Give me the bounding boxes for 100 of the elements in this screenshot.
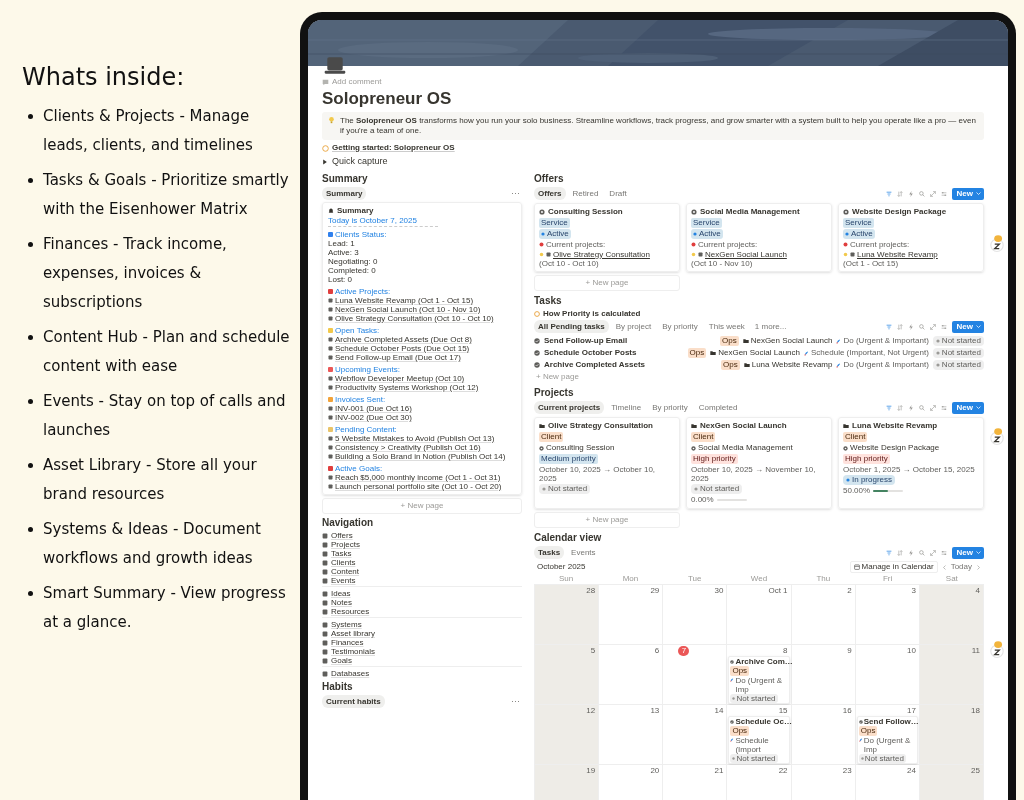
bolt-icon[interactable] [907,404,914,411]
new-button[interactable]: New [951,320,984,333]
summary-link[interactable]: Archive Completed Assets (Due Oct 8) [335,335,472,344]
sort-icon[interactable] [896,549,903,556]
view-tab[interactable]: This week [704,320,749,333]
nav-link[interactable]: Testimonials [331,647,375,656]
settings-icon[interactable] [940,404,947,411]
summary-link[interactable]: Olive Strategy Consultation (Oct 10 - Oct 10) [335,314,494,323]
offer-link[interactable]: Social Media Management [698,443,793,453]
task-name[interactable]: Send Follow-up Email [544,336,628,346]
summary-link[interactable]: NexGen Social Launch (Oct 10 - Nov 10) [335,305,481,314]
manage-calendar-button[interactable]: Manage in Calendar [849,561,938,573]
more-options-button[interactable]: ··· [509,188,522,199]
task-name[interactable]: Schedule October Posts [544,348,637,358]
view-tab[interactable]: Timeline [607,401,646,414]
view-tab[interactable]: Current projects [534,401,605,414]
filter-icon[interactable] [885,190,892,197]
project-link[interactable]: NexGen Social Launch [705,250,787,259]
view-tab[interactable]: Summary [322,187,367,200]
event-card[interactable]: Archive Com… Ops Do (Urgent & Imp Not started [728,656,790,704]
view-tab[interactable]: Completed [694,401,742,414]
view-tab[interactable]: All Pending tasks [534,320,609,333]
filter-icon[interactable] [885,404,892,411]
view-tab[interactable]: Current habits [322,695,385,708]
summary-link[interactable]: INV-002 (Due Oct 30) [335,413,412,422]
settings-icon[interactable] [940,323,947,330]
settings-icon[interactable] [940,190,947,197]
offer-link[interactable]: Consulting Session [546,443,615,453]
bolt-icon[interactable] [907,323,914,330]
summary-link[interactable]: Building a Solo Brand in Notion (Publish Oct 14) [335,452,506,461]
bolt-icon[interactable] [907,549,914,556]
nav-link[interactable]: Offers [331,531,353,540]
search-icon[interactable] [918,549,925,556]
offer-link[interactable]: Website Design Package [850,443,940,453]
search-icon[interactable] [918,404,925,411]
view-tab[interactable]: Draft [605,187,631,200]
nav-link[interactable]: Notes [331,598,352,607]
project-link[interactable]: Olive Strategy Consultation [553,250,650,259]
summary-link[interactable]: Consistency > Creativity (Publish Oct 16) [335,443,481,452]
expand-icon[interactable] [929,549,936,556]
bolt-icon[interactable] [907,190,914,197]
nav-link[interactable]: Projects [331,540,360,549]
view-tab[interactable]: By project [611,320,656,333]
expand-icon[interactable] [929,323,936,330]
view-tab[interactable]: Tasks [534,546,565,559]
new-button[interactable]: New [951,401,984,414]
new-button[interactable]: New [951,546,984,559]
project-link[interactable]: Luna Website Revamp [751,360,833,370]
sort-icon[interactable] [896,190,903,197]
view-tab[interactable]: Retired [568,187,603,200]
expand-icon[interactable] [929,190,936,197]
sort-icon[interactable] [896,323,903,330]
nav-link[interactable]: Tasks [331,549,352,558]
nav-link[interactable]: Finances [331,638,364,647]
getting-started-link[interactable]: Getting started: Solopreneur OS [332,143,455,153]
chevron-right-icon[interactable] [976,564,981,570]
nav-link[interactable]: Content [331,567,360,576]
quick-capture-toggle[interactable]: Quick capture [322,156,388,167]
summary-link[interactable]: INV-001 (Due Oct 16) [335,404,412,413]
new-button[interactable]: New [951,187,984,200]
nav-link[interactable]: Ideas [331,589,351,598]
nav-link[interactable]: Asset library [331,629,375,638]
summary-link[interactable]: 5 Website Mistakes to Avoid (Publish Oct 13) [335,434,495,443]
view-tab[interactable]: Offers [534,187,566,200]
settings-icon[interactable] [940,549,947,556]
nav-link[interactable]: Databases [331,669,370,678]
summary-link[interactable]: Productivity Systems Workshop (Oct 12) [335,383,479,392]
summary-link[interactable]: Send Follow-up Email (Due Oct 17) [335,353,461,362]
project-link[interactable]: NexGen Social Launch [750,336,833,346]
sort-icon[interactable] [896,404,903,411]
nav-link[interactable]: Events [331,576,356,585]
summary-link[interactable]: Reach $5,000 monthly income (Oct 1 - Oct 31) [335,473,501,482]
view-tab[interactable]: By priority [658,320,702,333]
nav-link[interactable]: Resources [331,607,370,616]
summary-link[interactable]: Schedule October Posts (Due Oct 15) [335,344,470,353]
search-icon[interactable] [918,323,925,330]
nav-link[interactable]: Systems [331,620,362,629]
more-options-button[interactable]: ··· [509,696,522,707]
today-button[interactable]: Today [950,562,972,572]
filter-icon[interactable] [885,549,892,556]
priority-info-link[interactable]: How Priority is calculated [543,309,641,319]
filter-icon[interactable] [885,323,892,330]
event-card[interactable]: Schedule Oc… Ops Schedule (Import Not started [728,716,790,764]
event-card[interactable]: Send Follow… Ops Do (Urgent & Imp Not started [856,716,918,764]
check-circle-icon [730,659,735,664]
expand-icon[interactable] [929,404,936,411]
project-link[interactable]: Luna Website Revamp [857,250,938,259]
nav-link[interactable]: Goals [331,656,352,665]
task-name[interactable]: Archive Completed Assets [544,360,646,370]
more-views-link[interactable]: 1 more... [751,321,790,332]
view-tab[interactable]: By priority [648,401,692,414]
summary-link[interactable]: Launch personal portfolio site (Oct 10 - Oct 20) [335,482,502,491]
nav-link[interactable]: Clients [331,558,356,567]
chevron-left-icon[interactable] [941,564,947,570]
search-icon[interactable] [918,190,925,197]
summary-link[interactable]: Webflow Developer Meetup (Oct 10) [335,374,465,383]
view-tab[interactable]: Events [567,546,600,559]
project-link[interactable]: NexGen Social Launch [718,348,800,358]
tag-label: Ops [730,726,750,736]
summary-link[interactable]: Luna Website Revamp (Oct 1 - Oct 15) [335,296,474,305]
